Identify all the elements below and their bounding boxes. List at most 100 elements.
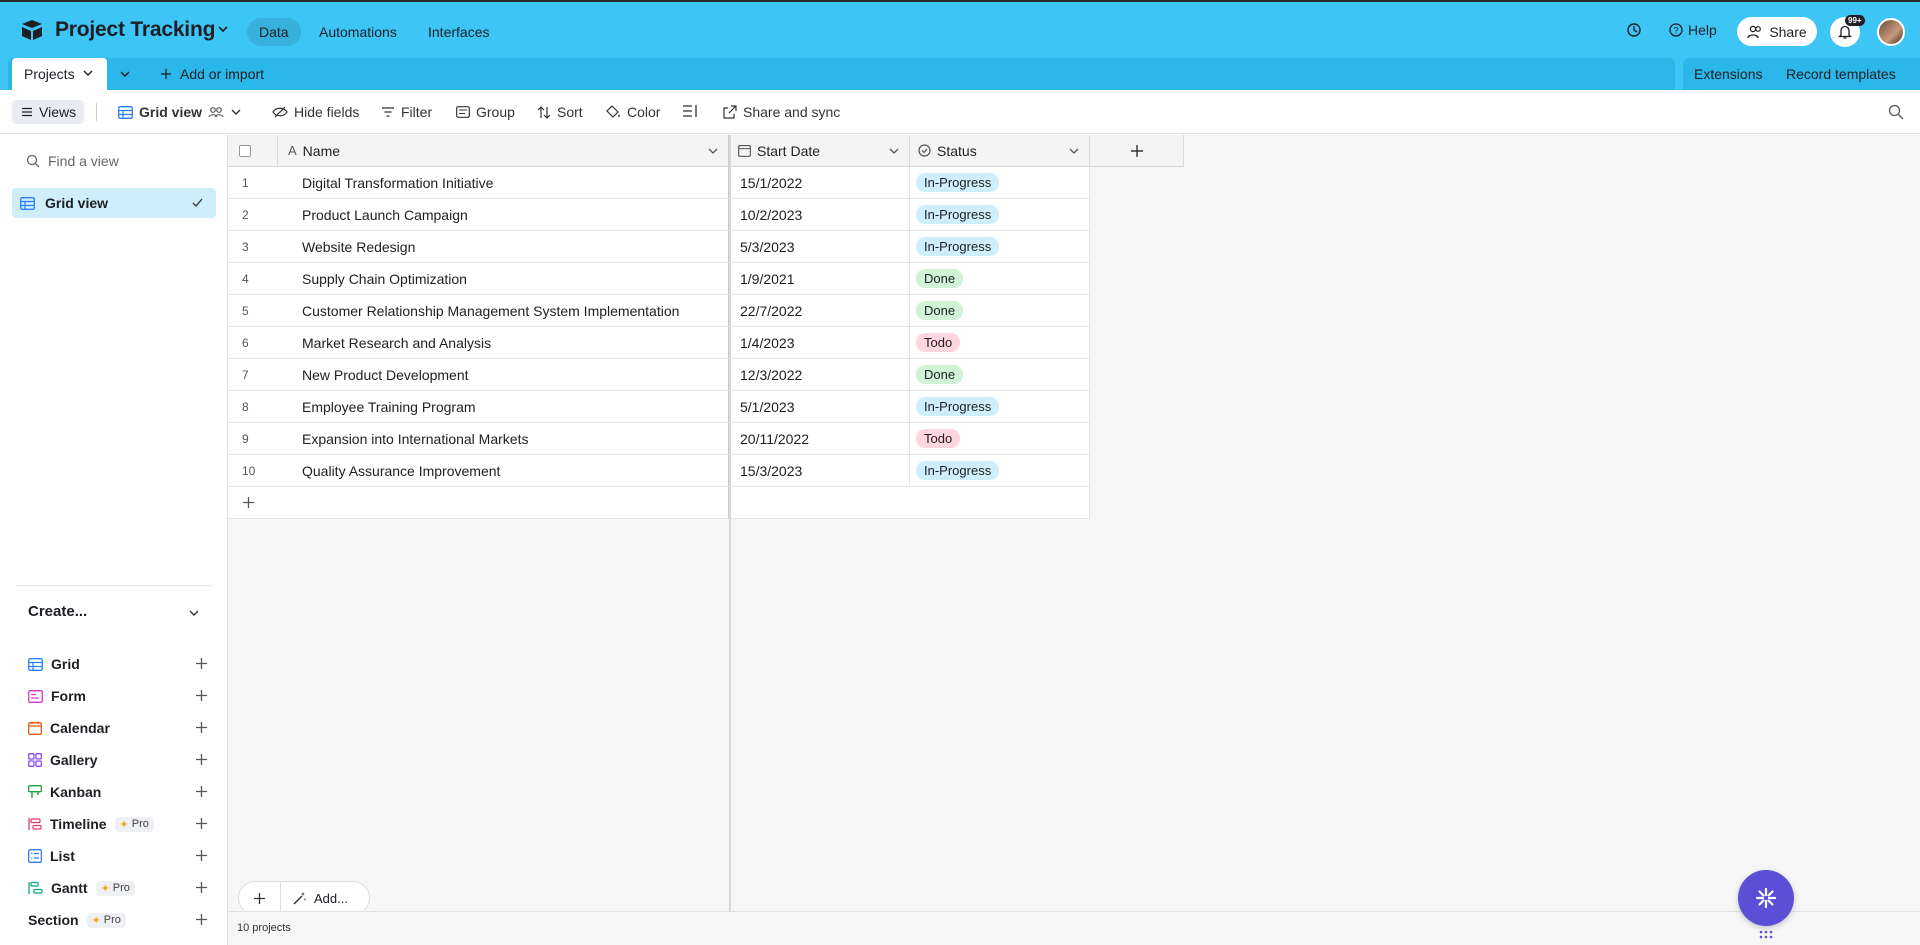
- chevron-down-icon[interactable]: [83, 66, 93, 80]
- cell-start-date[interactable]: 1/9/2021: [730, 263, 910, 295]
- chevron-down-icon[interactable]: [708, 146, 718, 156]
- cell-status[interactable]: Todo: [910, 423, 1090, 455]
- sort-button[interactable]: Sort: [537, 104, 583, 120]
- extensions-button[interactable]: Extensions: [1694, 66, 1762, 82]
- share-button[interactable]: Share: [1737, 17, 1817, 46]
- cell-status[interactable]: In-Progress: [910, 391, 1090, 423]
- chevron-down-icon[interactable]: [889, 146, 899, 156]
- cell-name[interactable]: New Product Development: [278, 359, 730, 391]
- row-height-icon[interactable]: [682, 104, 698, 118]
- table-row[interactable]: 5 Customer Relationship Management System…: [228, 295, 1091, 327]
- create-section-title[interactable]: Create...: [28, 603, 87, 620]
- plus-icon[interactable]: [195, 657, 208, 670]
- chevron-down-icon[interactable]: [188, 607, 200, 619]
- search-icon[interactable]: [1888, 104, 1904, 120]
- table-row[interactable]: 2 Product Launch Campaign 10/2/2023 In-Prog…: [228, 199, 1091, 231]
- color-button[interactable]: Color: [606, 104, 660, 120]
- cell-status[interactable]: Done: [910, 295, 1090, 327]
- plus-icon[interactable]: [195, 785, 208, 798]
- tab-automations[interactable]: Automations: [307, 18, 409, 46]
- cell-name[interactable]: Customer Relationship Management System …: [278, 295, 730, 327]
- share-and-sync-button[interactable]: Share and sync: [723, 104, 840, 120]
- chevron-down-icon[interactable]: [216, 22, 230, 36]
- add-field-button[interactable]: [1090, 135, 1184, 167]
- add-record-button[interactable]: [239, 882, 281, 914]
- assistant-button[interactable]: [1738, 870, 1794, 926]
- views-toggle-button[interactable]: Views: [12, 100, 84, 124]
- cell-start-date[interactable]: 20/11/2022: [730, 423, 910, 455]
- plus-icon[interactable]: [195, 913, 208, 926]
- table-row[interactable]: 7 New Product Development 12/3/2022 Done: [228, 359, 1091, 391]
- plus-icon[interactable]: [195, 849, 208, 862]
- cell-status[interactable]: In-Progress: [910, 231, 1090, 263]
- table-tab-projects[interactable]: Projects: [12, 58, 107, 90]
- cell-start-date[interactable]: 5/3/2023: [730, 231, 910, 263]
- cell-status[interactable]: In-Progress: [910, 455, 1090, 487]
- table-row[interactable]: 6 Market Research and Analysis 1/4/2023 Tod…: [228, 327, 1091, 359]
- cell-status[interactable]: In-Progress: [910, 199, 1090, 231]
- cell-start-date[interactable]: 1/4/2023: [730, 327, 910, 359]
- tab-interfaces[interactable]: Interfaces: [416, 18, 501, 46]
- table-row[interactable]: 9 Expansion into International Markets 20/…: [228, 423, 1091, 455]
- create-calendar[interactable]: Calendar: [28, 716, 208, 740]
- history-icon[interactable]: [1626, 22, 1642, 38]
- table-row[interactable]: 3 Website Redesign 5/3/2023 In-Progress: [228, 231, 1091, 263]
- cell-start-date[interactable]: 12/3/2022: [730, 359, 910, 391]
- add-with-ai-button[interactable]: Add...: [281, 891, 348, 906]
- cell-status[interactable]: Todo: [910, 327, 1090, 359]
- cell-name[interactable]: Market Research and Analysis: [278, 327, 730, 359]
- tab-data[interactable]: Data: [247, 18, 301, 46]
- cell-name[interactable]: Supply Chain Optimization: [278, 263, 730, 295]
- table-row[interactable]: 1 Digital Transformation Initiative 15/1/2…: [228, 167, 1091, 199]
- cell-start-date[interactable]: 15/1/2022: [730, 167, 910, 199]
- record-templates-button[interactable]: Record templates: [1786, 66, 1896, 82]
- column-header-name[interactable]: A Name: [278, 135, 730, 167]
- plus-icon[interactable]: [195, 817, 208, 830]
- add-or-import-button[interactable]: Add or import: [160, 66, 264, 82]
- create-grid[interactable]: Grid: [28, 652, 208, 676]
- base-logo-icon[interactable]: [20, 19, 44, 41]
- cell-start-date[interactable]: 22/7/2022: [730, 295, 910, 327]
- create-gallery[interactable]: Gallery: [28, 748, 208, 772]
- plus-icon[interactable]: [195, 753, 208, 766]
- cell-status[interactable]: Done: [910, 359, 1090, 391]
- hide-fields-button[interactable]: Hide fields: [272, 104, 359, 120]
- plus-icon[interactable]: [195, 721, 208, 734]
- column-header-status[interactable]: Status: [910, 135, 1090, 167]
- cell-name[interactable]: Employee Training Program: [278, 391, 730, 423]
- cell-status[interactable]: In-Progress: [910, 167, 1090, 199]
- table-row[interactable]: 8 Employee Training Program 5/1/2023 In-Pro…: [228, 391, 1091, 423]
- cell-name[interactable]: Quality Assurance Improvement: [278, 455, 730, 487]
- table-row[interactable]: 10 Quality Assurance Improvement 15/3/2023…: [228, 455, 1091, 487]
- add-row[interactable]: [228, 487, 1091, 519]
- cell-name[interactable]: Digital Transformation Initiative: [278, 167, 730, 199]
- create-timeline[interactable]: Timeline ✦ Pro: [28, 812, 208, 836]
- create-gantt[interactable]: Gantt ✦ Pro: [28, 876, 208, 900]
- avatar[interactable]: [1877, 18, 1905, 46]
- cell-start-date[interactable]: 15/3/2023: [730, 455, 910, 487]
- find-view-search[interactable]: Find a view: [26, 153, 119, 169]
- base-title[interactable]: Project Tracking: [55, 18, 215, 42]
- create-form[interactable]: Form: [28, 684, 208, 708]
- drag-handle-icon[interactable]: [1758, 930, 1774, 940]
- create-section[interactable]: Section ✦ Pro: [28, 908, 208, 932]
- create-list[interactable]: List: [28, 844, 208, 868]
- group-button[interactable]: Group: [456, 104, 515, 120]
- filter-button[interactable]: Filter: [381, 104, 432, 120]
- view-switcher[interactable]: Grid view: [118, 104, 242, 120]
- cell-name[interactable]: Website Redesign: [278, 231, 730, 263]
- cell-start-date[interactable]: 5/1/2023: [730, 391, 910, 423]
- add-row-cell[interactable]: [228, 487, 730, 519]
- cell-start-date[interactable]: 10/2/2023: [730, 199, 910, 231]
- table-row[interactable]: 4 Supply Chain Optimization 1/9/2021 Done: [228, 263, 1091, 295]
- all-tables-chevron-icon[interactable]: [119, 68, 131, 80]
- cell-name[interactable]: Expansion into International Markets: [278, 423, 730, 455]
- column-header-start-date[interactable]: Start Date: [730, 135, 910, 167]
- plus-icon[interactable]: [195, 881, 208, 894]
- cell-status[interactable]: Done: [910, 263, 1090, 295]
- plus-icon[interactable]: [195, 689, 208, 702]
- sidebar-item-grid-view[interactable]: Grid view: [12, 188, 216, 218]
- help-button[interactable]: ? Help: [1669, 22, 1717, 38]
- chevron-down-icon[interactable]: [1069, 146, 1079, 156]
- create-kanban[interactable]: Kanban: [28, 780, 208, 804]
